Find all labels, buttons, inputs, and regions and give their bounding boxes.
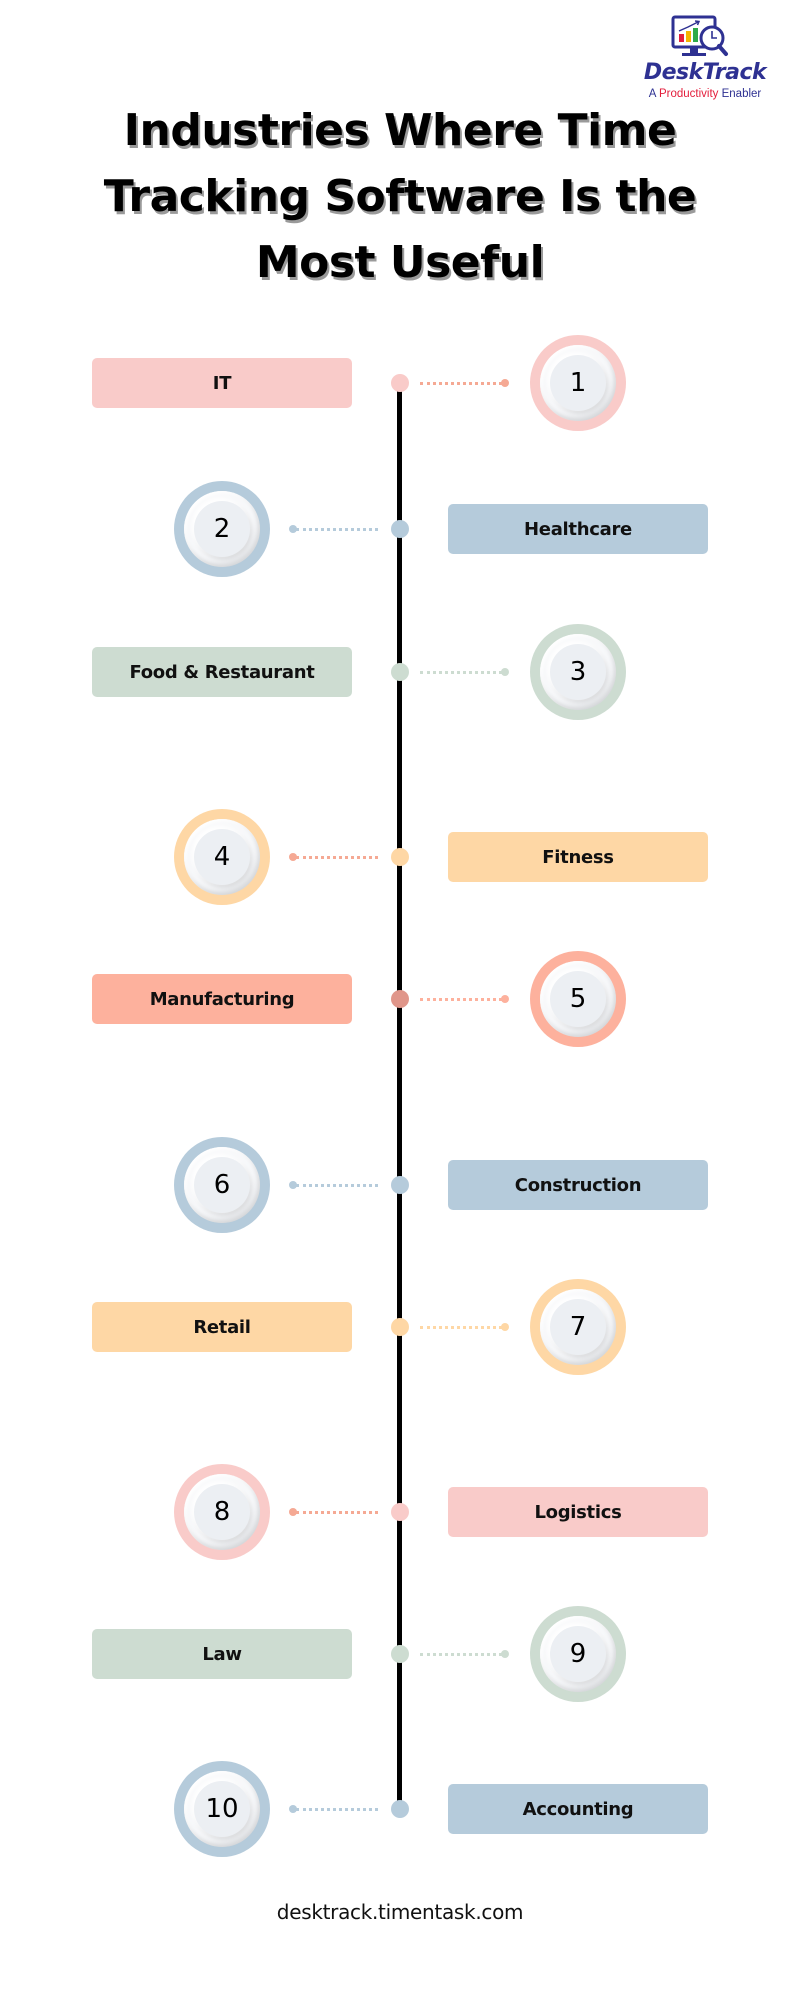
timeline-dot: [391, 1503, 409, 1521]
industry-label: Construction: [448, 1160, 708, 1210]
industry-label: Law: [92, 1629, 352, 1679]
number-badge: 6: [174, 1137, 270, 1233]
timeline-dot: [391, 520, 409, 538]
page-title: Industries Where Time Tracking Software …: [103, 105, 697, 288]
industry-label: Healthcare: [448, 504, 708, 554]
number-badge-value: 7: [550, 1299, 606, 1355]
connector-end-dot: [289, 525, 297, 533]
number-badge-value: 2: [194, 501, 250, 557]
dotted-connector: [296, 856, 378, 859]
dotted-connector: [420, 998, 502, 1001]
timeline-line: [397, 383, 402, 1809]
number-badge-value: 5: [550, 971, 606, 1027]
dotted-connector: [420, 671, 502, 674]
number-badge: 3: [530, 624, 626, 720]
number-badge: 10: [174, 1761, 270, 1857]
industry-label: Retail: [92, 1302, 352, 1352]
industry-label: Food & Restaurant: [92, 647, 352, 697]
timeline-dot: [391, 1318, 409, 1336]
number-badge: 8: [174, 1464, 270, 1560]
timeline-dot: [391, 374, 409, 392]
dotted-connector: [420, 1653, 502, 1656]
dotted-connector: [420, 382, 502, 385]
timeline-dot: [391, 1176, 409, 1194]
number-badge-value: 3: [550, 644, 606, 700]
timeline-dot: [391, 1645, 409, 1663]
dotted-connector: [420, 1326, 502, 1329]
connector-end-dot: [289, 853, 297, 861]
timeline-dot: [391, 990, 409, 1008]
number-badge: 2: [174, 481, 270, 577]
number-badge: 4: [174, 809, 270, 905]
number-badge-value: 9: [550, 1626, 606, 1682]
number-badge: 9: [530, 1606, 626, 1702]
connector-end-dot: [501, 379, 509, 387]
connector-end-dot: [501, 995, 509, 1003]
connector-end-dot: [289, 1181, 297, 1189]
dotted-connector: [296, 528, 378, 531]
number-badge: 5: [530, 951, 626, 1047]
number-badge-value: 1: [550, 355, 606, 411]
dotted-connector: [296, 1511, 378, 1514]
industry-label: Fitness: [448, 832, 708, 882]
number-badge-value: 8: [194, 1484, 250, 1540]
desktrack-logo: DeskTrack A Productivity Enabler: [630, 10, 780, 105]
industry-label: Logistics: [448, 1487, 708, 1537]
timeline-dot: [391, 848, 409, 866]
logo-wordmark: DeskTrack: [643, 60, 767, 85]
connector-end-dot: [501, 1650, 509, 1658]
number-badge-value: 4: [194, 829, 250, 885]
timeline-dot: [391, 663, 409, 681]
connector-end-dot: [501, 668, 509, 676]
number-badge-value: 10: [194, 1781, 250, 1837]
industry-label: Accounting: [448, 1784, 708, 1834]
footer-url[interactable]: desktrack.timentask.com: [0, 1900, 800, 1924]
connector-end-dot: [289, 1805, 297, 1813]
connector-end-dot: [289, 1508, 297, 1516]
dotted-connector: [296, 1184, 378, 1187]
dotted-connector: [296, 1808, 378, 1811]
number-badge-value: 6: [194, 1157, 250, 1213]
timeline-dot: [391, 1800, 409, 1818]
number-badge: 7: [530, 1279, 626, 1375]
connector-end-dot: [501, 1323, 509, 1331]
industry-label: IT: [92, 358, 352, 408]
industry-label: Manufacturing: [92, 974, 352, 1024]
monitor-chart-clock-icon: [671, 15, 728, 56]
number-badge: 1: [530, 335, 626, 431]
